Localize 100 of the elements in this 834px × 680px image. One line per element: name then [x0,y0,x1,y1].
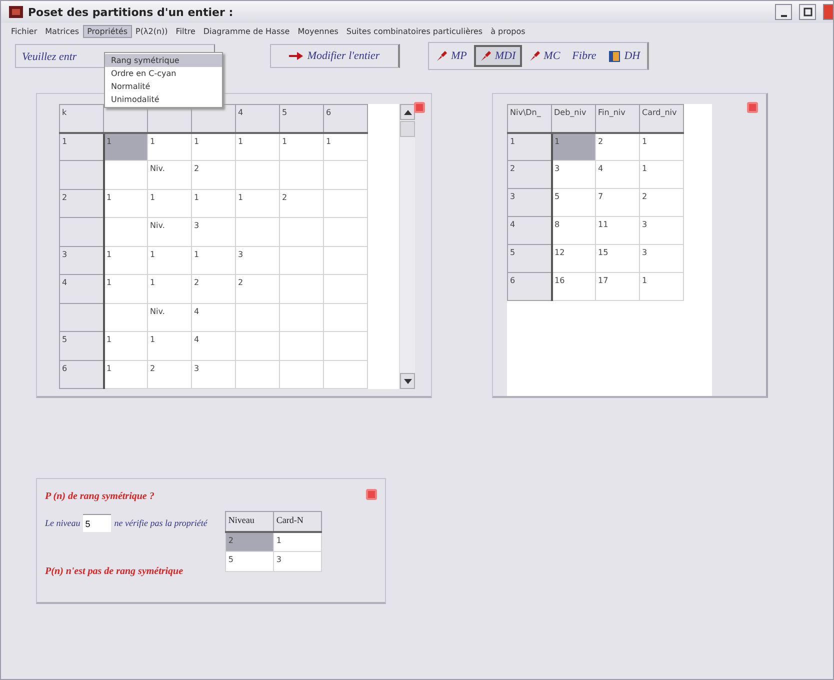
table-cell: 2 [236,274,280,304]
menu-item[interactable]: à propos [486,24,530,38]
table-cell: 1 [148,132,192,161]
toolbar-button[interactable]: MC [524,45,566,67]
row-header: 3 [508,188,552,216]
table-cell: 3 [552,160,596,188]
row-header: 2 [508,160,552,188]
table-cell: 3 [640,216,684,244]
table-cell: Niv. [148,218,192,246]
table-cell: 3 [236,246,280,275]
column-header: Niv\Dn_ [508,104,552,132]
table-cell: 1 [104,246,148,275]
table-cell: Niv. [148,303,192,332]
table-cell: 1 [640,160,684,188]
table-cell: 2 [640,188,684,216]
arrow-icon [289,52,304,60]
row-header: 6 [508,272,552,300]
column-header: Card_niv [640,104,684,132]
row-header: 2 [60,189,104,218]
modify-button[interactable]: Modifier l'entier [270,44,400,68]
table-cell: 1 [192,189,236,218]
table-cell: 16 [552,272,596,300]
row-header: 5 [60,332,104,360]
toolbar-button[interactable]: DH [603,45,646,67]
menu-item[interactable]: Normalité [105,80,222,93]
menu-item[interactable]: Fichier [7,24,42,38]
table-cell: 4 [192,332,236,360]
toolbar-button[interactable]: MDI [474,45,522,67]
level-message: ne vérifie pas la propriété [114,518,208,528]
row-header [60,160,104,190]
table-cell: 1 [280,132,324,161]
menu-item[interactable]: Moyennes [294,24,342,38]
menu-item[interactable]: Diagramme de Hasse [199,24,294,38]
menu-item[interactable]: Matrices [41,24,84,38]
window-title: Poset des partitions d'un entier : [28,6,234,18]
close-button[interactable] [823,4,833,20]
menu-item[interactable]: P(λ2(n)) [132,24,172,38]
row-header: 4 [508,216,552,244]
menu-item[interactable]: Unimodalité [105,93,222,106]
toolbar-button[interactable]: MP [431,45,472,67]
table-cell: 1 [148,274,192,304]
menu-item[interactable]: Propriétés [83,24,132,38]
table-cell: 1 [236,189,280,218]
close-icon[interactable] [366,489,377,500]
table-cell: 1 [324,132,368,161]
table-cell: 12 [552,244,596,272]
row-header: 1 [508,132,552,160]
table-cell: 1 [192,132,236,161]
table-cell: 17 [596,272,640,300]
toolbar-button[interactable]: Fibre [567,45,602,67]
menu-item[interactable]: Filtre [172,24,200,38]
row-header [60,218,104,246]
table-cell: 8 [552,216,596,244]
row-header: 3 [60,246,104,275]
scroll-down-button[interactable] [400,373,415,389]
result-message: P(n) n'est pas de rang symétrique [45,566,184,577]
table-cell: 11 [596,216,640,244]
book-icon [608,50,622,62]
menu-item[interactable]: Suites combinatoires particulières [342,24,487,38]
maximize-button[interactable] [799,4,816,20]
row-header: 6 [60,360,104,388]
table-cell: 1 [148,246,192,275]
table-cell: 4 [192,303,236,332]
pin-icon [528,50,541,62]
table-cell: 3 [192,360,236,388]
level-field[interactable]: 5 [83,514,112,532]
table-cell: 5 [552,188,596,216]
minimize-icon [780,14,786,16]
row-header [60,303,104,332]
column-header: 5 [280,104,324,132]
menu-item[interactable]: Ordre en C-cyan [105,67,222,80]
close-icon[interactable] [747,102,758,113]
scrollbar-thumb[interactable] [400,121,415,137]
table-cell: 2 [192,274,236,304]
table-cell: 1 [104,332,148,360]
column-header: 4 [236,104,280,132]
table-cell: 2 [280,189,324,218]
down-arrow-icon [404,378,412,384]
table-cell: 3 [274,552,322,572]
table-cell: 3 [192,218,236,246]
table-cell: 4 [596,160,640,188]
table-cell: 2 [148,360,192,388]
column-header: Deb_niv [552,104,596,132]
column-header: k [60,104,104,132]
menu-item[interactable]: Rang symétrique [105,54,222,67]
pin-icon [480,50,492,62]
table-cell: 1 [640,132,684,160]
table-cell: 1 [640,272,684,300]
table-cell: 3 [640,244,684,272]
table-cell: 1 [148,332,192,360]
maximize-icon [802,7,812,17]
column-header: Card-N [274,512,322,532]
table-cell: 1 [236,132,280,161]
minimize-button[interactable] [775,4,792,20]
row-header: 5 [508,244,552,272]
row-header: 4 [60,274,104,304]
scroll-up-button[interactable] [400,104,415,120]
column-header: Fin_niv [596,104,640,132]
scrollbar[interactable] [399,104,415,389]
table-cell: 2 [226,532,274,552]
